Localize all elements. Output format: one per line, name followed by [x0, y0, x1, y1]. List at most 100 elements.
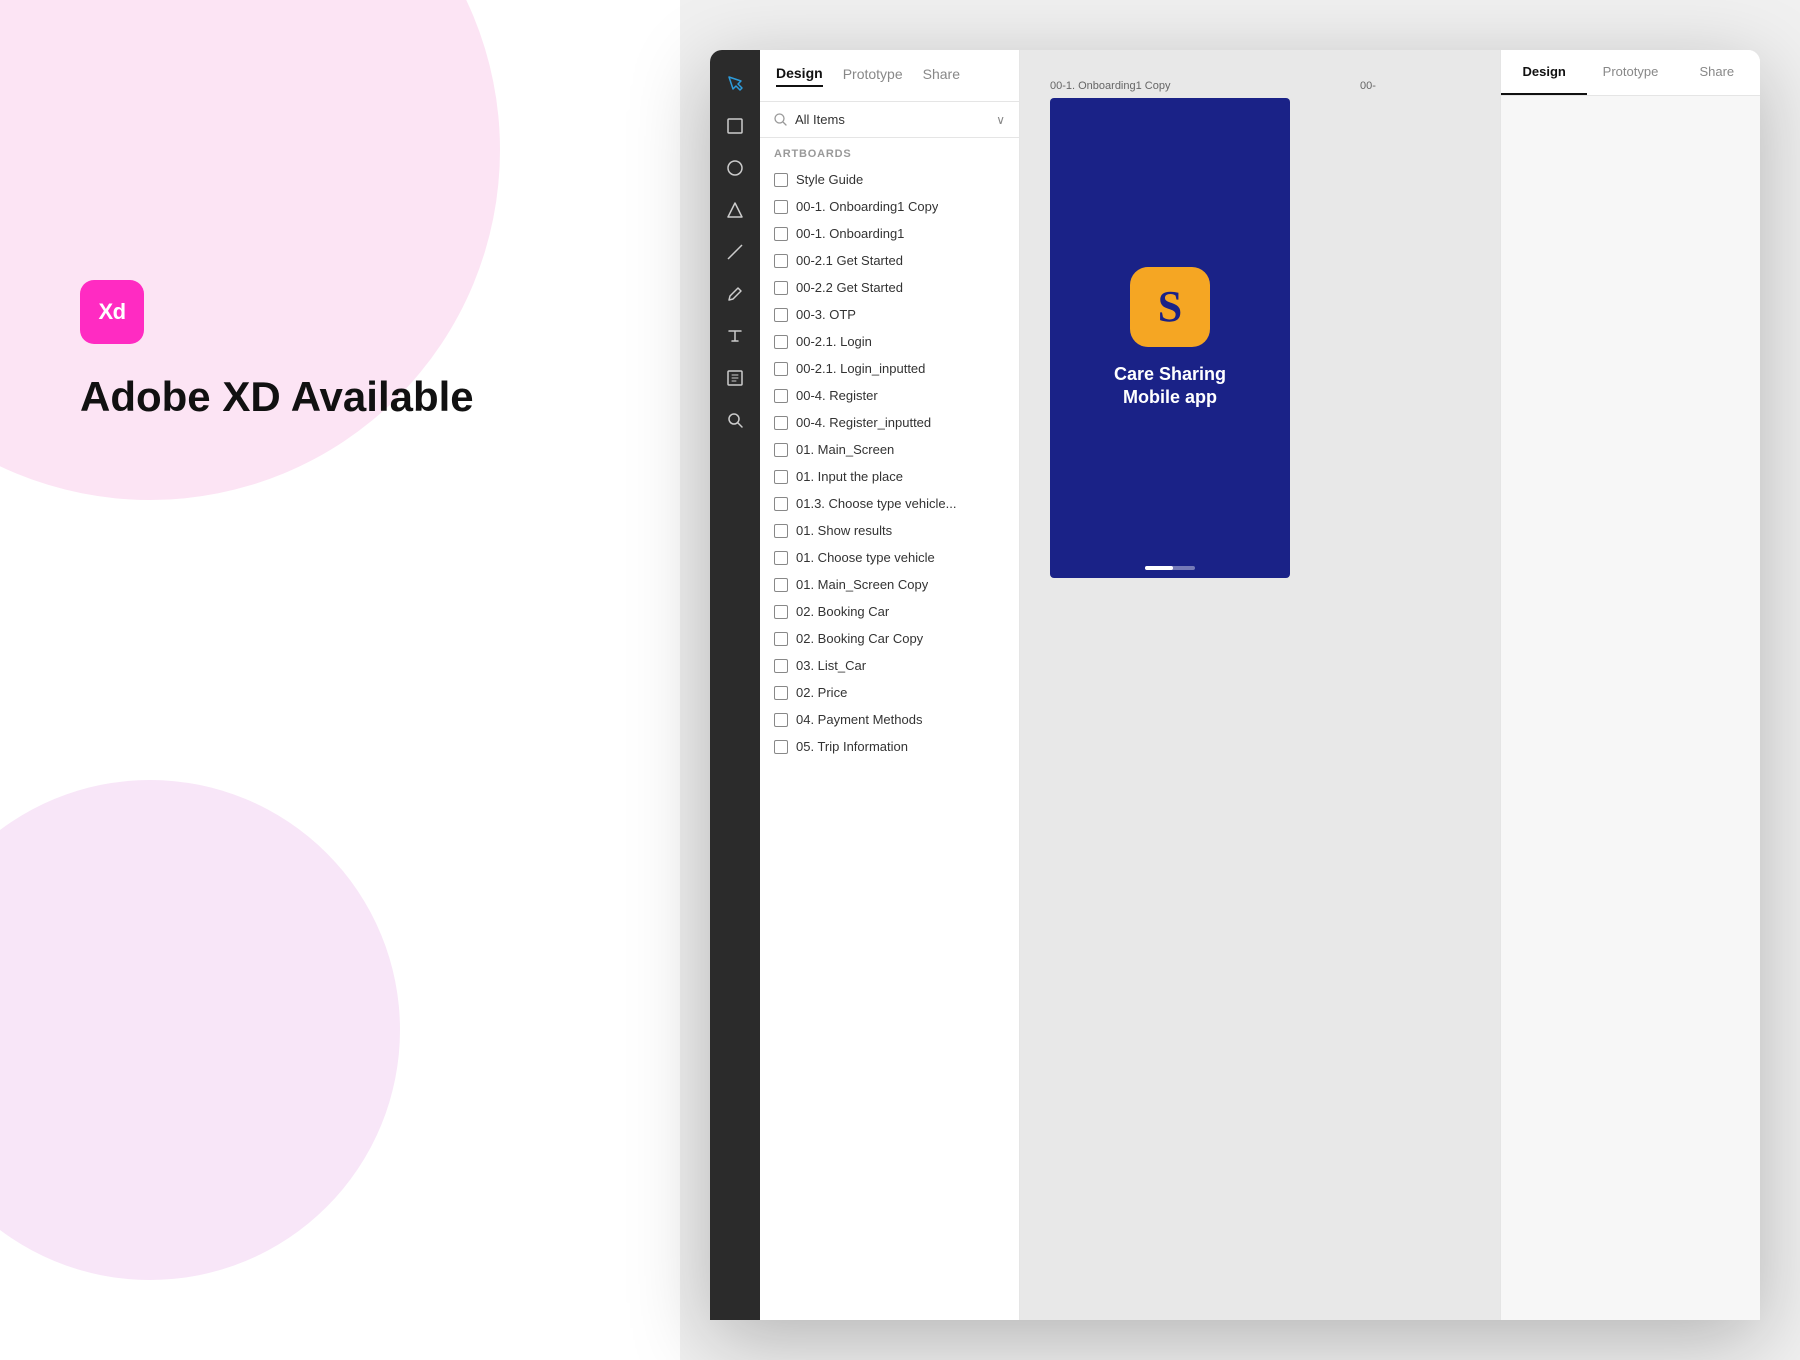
doc-icon [774, 362, 788, 376]
layer-item-main-screen-copy[interactable]: 01. Main_Screen Copy [760, 571, 1019, 598]
layer-item-label: 01. Choose type vehicle [796, 550, 935, 565]
doc-icon [774, 416, 788, 430]
tab-prototype[interactable]: Prototype [843, 66, 903, 86]
bg-decoration-circle-large [0, 0, 500, 500]
props-tab-share[interactable]: Share [1674, 50, 1760, 95]
doc-icon [774, 227, 788, 241]
layer-item-login[interactable]: 00-2.1. Login [760, 328, 1019, 355]
layer-item-label: 02. Booking Car [796, 604, 889, 619]
canvas-area: 00-1. Onboarding1 Copy S Care Sharing Mo… [1020, 50, 1500, 1320]
right-panel: Design Prototype Share ∨ ARTBOARDS Styl [680, 0, 1800, 1360]
layer-item-label: 00-4. Register_inputted [796, 415, 931, 430]
layer-item-label: 00-3. OTP [796, 307, 856, 322]
search-input[interactable] [795, 112, 988, 127]
app-name-line1: Care Sharing [1114, 364, 1226, 384]
layer-item-choose-type-vehicle[interactable]: 01. Choose type vehicle [760, 544, 1019, 571]
layer-item-main-screen[interactable]: 01. Main_Screen [760, 436, 1019, 463]
pen-tool-button[interactable] [717, 276, 753, 312]
doc-icon [774, 254, 788, 268]
layer-item-label: 01. Main_Screen [796, 442, 894, 457]
rectangle-tool-button[interactable] [717, 108, 753, 144]
layer-item-label: 03. List_Car [796, 658, 866, 673]
bg-decoration-circle-small [0, 780, 400, 1280]
layer-list: Style Guide 00-1. Onboarding1 Copy 00-1.… [760, 166, 1019, 1320]
layer-item-input-place[interactable]: 01. Input the place [760, 463, 1019, 490]
artboard: S Care Sharing Mobile app [1050, 98, 1290, 578]
doc-icon [774, 740, 788, 754]
layer-item-booking-car[interactable]: 02. Booking Car [760, 598, 1019, 625]
layer-item-label: 01.3. Choose type vehicle... [796, 496, 956, 511]
artboards-section-header: ARTBOARDS [760, 138, 1019, 166]
layer-item-label: 04. Payment Methods [796, 712, 922, 727]
doc-icon [774, 605, 788, 619]
layer-item-choose-type-vehicle-ellipsis[interactable]: 01.3. Choose type vehicle... [760, 490, 1019, 517]
doc-icon [774, 200, 788, 214]
layer-item-label: 02. Booking Car Copy [796, 631, 923, 646]
doc-icon [774, 524, 788, 538]
layer-item-price[interactable]: 02. Price [760, 679, 1019, 706]
layer-item-list-car[interactable]: 03. List_Car [760, 652, 1019, 679]
line-tool-button[interactable] [717, 234, 753, 270]
doc-icon [774, 686, 788, 700]
artboard-scrollbar-thumb [1145, 566, 1173, 570]
doc-icon [774, 389, 788, 403]
toolbar [710, 50, 760, 1320]
text-tool-button[interactable] [717, 318, 753, 354]
xd-logo-text: Xd [98, 299, 125, 325]
layer-item-style-guide[interactable]: Style Guide [760, 166, 1019, 193]
xd-window: Design Prototype Share ∨ ARTBOARDS Styl [710, 50, 1760, 1320]
doc-icon [774, 470, 788, 484]
artboard-scrollbar [1145, 566, 1195, 570]
tab-share[interactable]: Share [923, 66, 960, 86]
doc-icon [774, 308, 788, 322]
layer-item-trip-information[interactable]: 05. Trip Information [760, 733, 1019, 760]
layer-item-get-started-1[interactable]: 00-2.1 Get Started [760, 247, 1019, 274]
cursor-tool-button[interactable] [717, 66, 753, 102]
layer-item-label: 00-2.2 Get Started [796, 280, 903, 295]
doc-icon [774, 578, 788, 592]
layer-item-get-started-2[interactable]: 00-2.2 Get Started [760, 274, 1019, 301]
circle-tool-button[interactable] [717, 150, 753, 186]
layer-item-label: Style Guide [796, 172, 863, 187]
layer-item-label: 01. Main_Screen Copy [796, 577, 928, 592]
layer-item-label: 00-1. Onboarding1 [796, 226, 904, 241]
app-name-line2: Mobile app [1123, 387, 1217, 407]
artboard-label-2: 00- [1360, 80, 1376, 92]
app-title: Care Sharing Mobile app [1114, 363, 1226, 410]
props-tabs: Design Prototype Share [1501, 50, 1760, 96]
search-icon [774, 113, 787, 126]
doc-icon [774, 173, 788, 187]
layer-item-register-inputted[interactable]: 00-4. Register_inputted [760, 409, 1019, 436]
layer-item-onboarding1-copy[interactable]: 00-1. Onboarding1 Copy [760, 193, 1019, 220]
artboard-container: 00-1. Onboarding1 Copy S Care Sharing Mo… [1050, 80, 1290, 578]
layer-item-payment-methods[interactable]: 04. Payment Methods [760, 706, 1019, 733]
chevron-down-icon: ∨ [996, 113, 1005, 127]
doc-icon [774, 632, 788, 646]
app-icon-letter: S [1158, 281, 1182, 332]
doc-icon [774, 443, 788, 457]
doc-icon [774, 551, 788, 565]
layer-item-onboarding1[interactable]: 00-1. Onboarding1 [760, 220, 1019, 247]
doc-icon [774, 713, 788, 727]
triangle-tool-button[interactable] [717, 192, 753, 228]
layer-item-label: 00-4. Register [796, 388, 878, 403]
layer-item-label: 02. Price [796, 685, 847, 700]
layer-item-label: 05. Trip Information [796, 739, 908, 754]
tab-design[interactable]: Design [776, 65, 823, 87]
layer-item-otp[interactable]: 00-3. OTP [760, 301, 1019, 328]
layer-item-booking-car-copy[interactable]: 02. Booking Car Copy [760, 625, 1019, 652]
zoom-tool-button[interactable] [717, 402, 753, 438]
doc-icon [774, 497, 788, 511]
layer-item-show-results[interactable]: 01. Show results [760, 517, 1019, 544]
props-tab-prototype[interactable]: Prototype [1587, 50, 1673, 95]
layer-item-label: 01. Input the place [796, 469, 903, 484]
layer-item-login-inputted[interactable]: 00-2.1. Login_inputted [760, 355, 1019, 382]
xd-logo-wrapper: Xd [80, 280, 600, 344]
search-bar: ∨ [760, 102, 1019, 138]
left-panel: Xd Adobe XD Available [0, 0, 680, 1360]
layer-item-label: 00-1. Onboarding1 Copy [796, 199, 938, 214]
component-tool-button[interactable] [717, 360, 753, 396]
doc-icon [774, 659, 788, 673]
props-tab-design[interactable]: Design [1501, 50, 1587, 95]
layer-item-register[interactable]: 00-4. Register [760, 382, 1019, 409]
